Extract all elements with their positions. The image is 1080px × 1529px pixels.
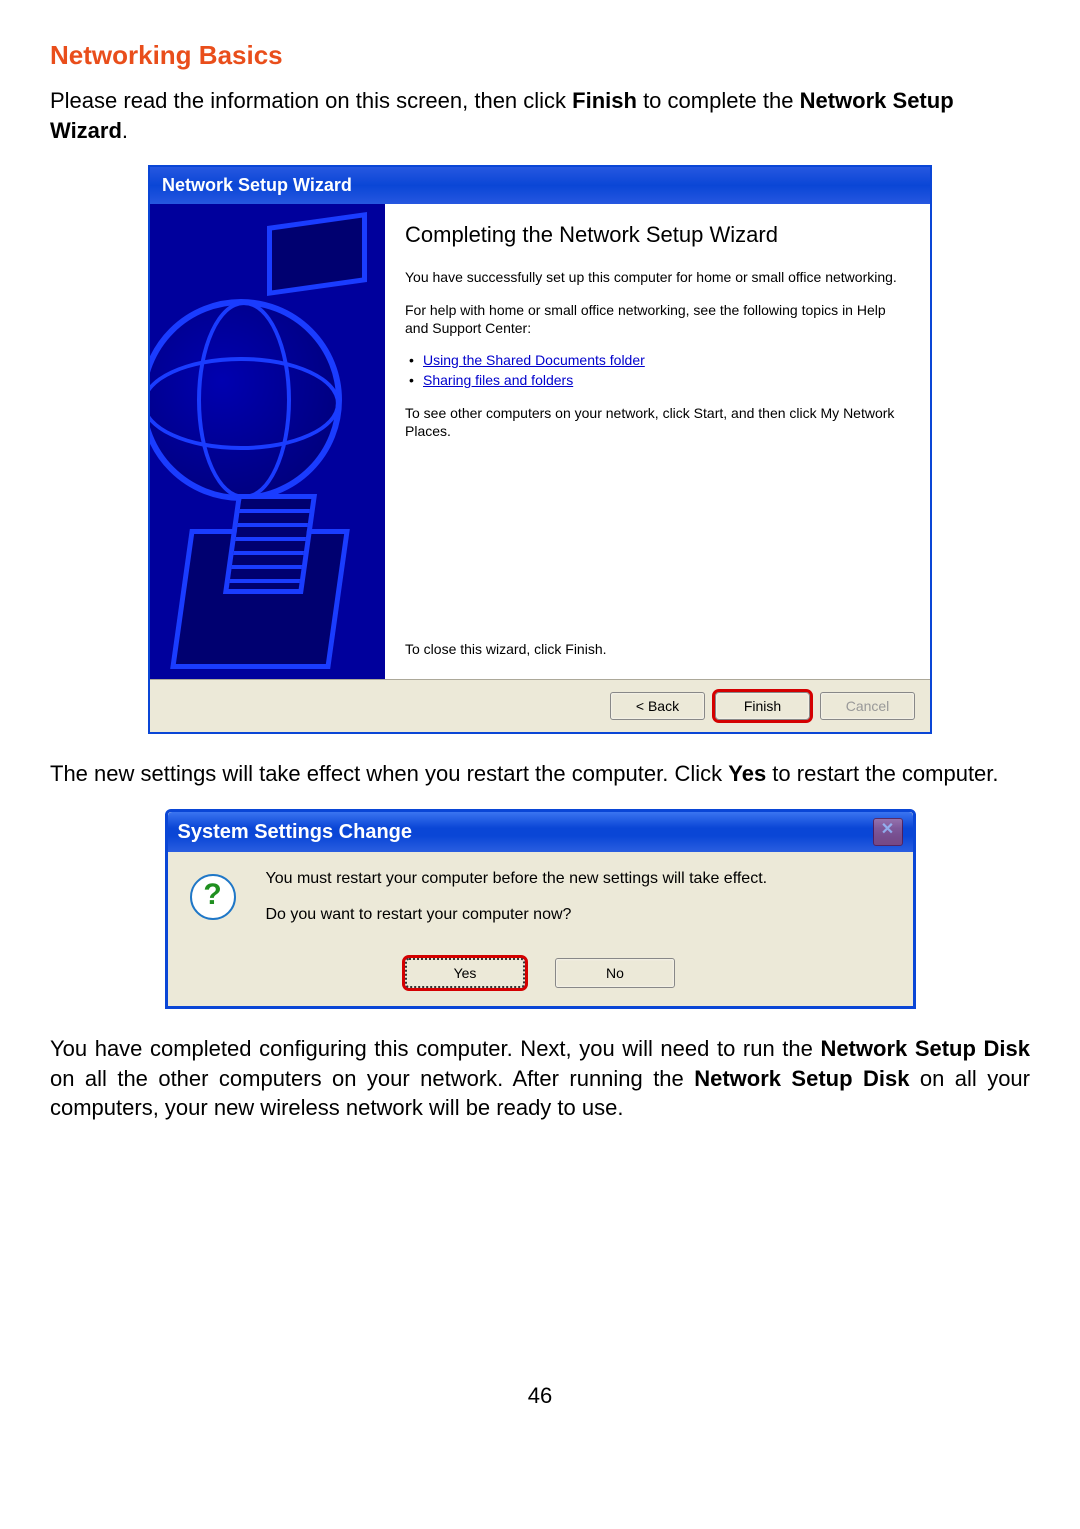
wizard-footer: < Back Finish Cancel <box>150 679 930 732</box>
text: The new settings will take effect when y… <box>50 761 728 786</box>
dialog-line: Do you want to restart your computer now… <box>266 906 768 924</box>
yes-button[interactable]: Yes <box>405 958 525 988</box>
cancel-button: Cancel <box>820 692 915 720</box>
outro-paragraph: You have completed configuring this comp… <box>50 1034 1030 1123</box>
section-title: Networking Basics <box>50 40 1030 71</box>
wizard-content: Completing the Network Setup Wizard You … <box>385 204 930 679</box>
text: on all the other computers on your netwo… <box>50 1066 694 1091</box>
close-button[interactable]: ✕ <box>873 818 903 846</box>
text-bold: Finish <box>572 88 637 113</box>
wizard-heading: Completing the Network Setup Wizard <box>405 222 910 248</box>
dialog-titlebar: System Settings Change ✕ <box>168 812 913 852</box>
button-label: < Back <box>636 698 679 714</box>
help-link-sharing-files[interactable]: Sharing files and folders <box>423 372 573 388</box>
back-button[interactable]: < Back <box>610 692 705 720</box>
dialog-line: You must restart your computer before th… <box>266 870 768 888</box>
finish-button[interactable]: Finish <box>715 692 810 720</box>
dialog-buttons: Yes No <box>168 952 913 1006</box>
printer-icon <box>267 212 367 296</box>
button-label: Yes <box>454 965 477 981</box>
wizard-titlebar: Network Setup Wizard <box>150 167 930 204</box>
button-label: No <box>606 965 624 981</box>
wizard-text: To see other computers on your network, … <box>405 404 910 440</box>
text: . <box>122 118 128 143</box>
wizard-body: Completing the Network Setup Wizard You … <box>150 204 930 679</box>
page-number: 46 <box>50 1383 1030 1409</box>
dialog-text: You must restart your computer before th… <box>266 870 768 942</box>
intro-paragraph: Please read the information on this scre… <box>50 86 1030 145</box>
question-icon <box>190 874 236 920</box>
list-item: Sharing files and folders <box>423 371 910 391</box>
button-label: Finish <box>744 698 781 714</box>
wizard-text: For help with home or small office netwo… <box>405 301 910 337</box>
wizard-side-artwork <box>150 204 385 679</box>
mid-paragraph: The new settings will take effect when y… <box>50 759 1030 789</box>
help-link-shared-documents[interactable]: Using the Shared Documents folder <box>423 352 645 368</box>
globe-icon <box>150 299 342 501</box>
dialog-body: You must restart your computer before th… <box>168 852 913 952</box>
no-button[interactable]: No <box>555 958 675 988</box>
text: to restart the computer. <box>766 761 998 786</box>
text: Please read the information on this scre… <box>50 88 572 113</box>
dialog-title: System Settings Change <box>178 821 413 844</box>
wizard-help-links: Using the Shared Documents folder Sharin… <box>405 351 910 390</box>
paper-icon <box>223 494 317 594</box>
text-bold: Network Setup Disk <box>694 1066 909 1091</box>
wizard-close-hint: To close this wizard, click Finish. <box>405 641 607 657</box>
list-item: Using the Shared Documents folder <box>423 351 910 371</box>
button-label: Cancel <box>846 698 890 714</box>
text-bold: Network Setup Disk <box>820 1036 1030 1061</box>
text: You have completed configuring this comp… <box>50 1036 820 1061</box>
network-setup-wizard-window: Network Setup Wizard Completing the Netw… <box>148 165 932 734</box>
wizard-text: You have successfully set up this comput… <box>405 268 910 286</box>
text-bold: Yes <box>728 761 766 786</box>
text: to complete the <box>637 88 800 113</box>
system-settings-change-dialog: System Settings Change ✕ You must restar… <box>165 809 916 1009</box>
close-icon: ✕ <box>881 821 894 838</box>
